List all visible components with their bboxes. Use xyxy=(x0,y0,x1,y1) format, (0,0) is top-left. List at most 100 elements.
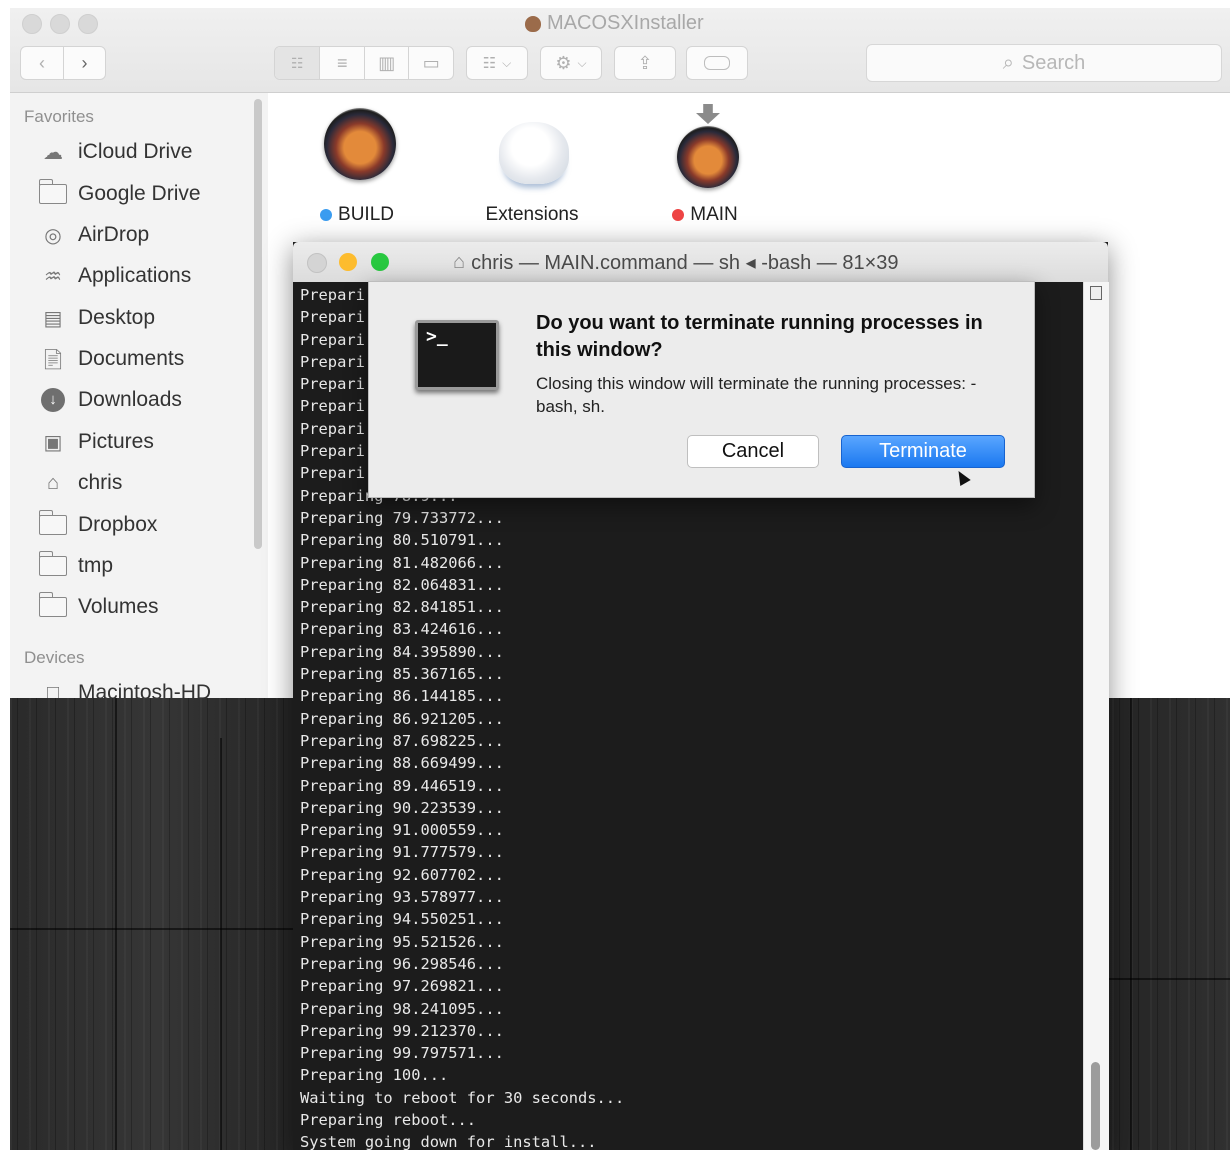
folder-icon xyxy=(38,551,68,579)
installer-arrow-icon xyxy=(696,104,720,124)
hard-drive-icon: □ xyxy=(46,681,60,699)
sidebar-item-icloud-drive[interactable]: ☁ iCloud Drive xyxy=(38,135,192,169)
forward-button[interactable]: › xyxy=(62,47,105,79)
home-icon: ⌂ xyxy=(46,471,60,494)
chevron-down-icon: ⌵ xyxy=(502,55,512,70)
documents-icon: 📄︎ xyxy=(40,348,66,371)
folder-icon xyxy=(38,179,68,207)
window-title: MACOSXInstaller xyxy=(525,12,704,35)
minimize-button[interactable] xyxy=(339,253,357,271)
close-button[interactable] xyxy=(22,14,42,34)
sidebar-item-label: Desktop xyxy=(78,306,156,329)
group-grid-icon: ☷ xyxy=(482,55,497,72)
group-by-button[interactable]: ☷ ⌵ xyxy=(466,46,528,80)
sidebar-item-dropbox[interactable]: Dropbox xyxy=(38,508,157,542)
sidebar-item-label: chris xyxy=(78,471,123,494)
disk-image-icon xyxy=(324,108,396,180)
columns-icon: ▥ xyxy=(378,52,396,73)
file-item-build[interactable]: BUILD xyxy=(282,104,432,234)
gear-icon: ⚙ xyxy=(555,52,572,73)
pictures-icon: ▣ xyxy=(43,431,63,454)
window-title-text: MACOSXInstaller xyxy=(547,12,704,34)
sidebar-item-label: Pictures xyxy=(78,430,154,453)
terminal-title-text: chris — MAIN.command — sh ◂ -bash — 81×3… xyxy=(471,252,899,274)
sidebar-item-macintosh-hd[interactable]: □ Macintosh-HD xyxy=(38,676,211,698)
file-label: BUILD xyxy=(282,204,432,226)
cloud-icon: ☁ xyxy=(43,141,63,164)
zoom-button[interactable] xyxy=(371,253,389,271)
sidebar-item-tmp[interactable]: tmp xyxy=(38,549,113,583)
file-label: Extensions xyxy=(485,204,579,225)
back-forward-control: ‹ › xyxy=(20,46,106,80)
sidebar-item-chris[interactable]: ⌂ chris xyxy=(38,466,122,500)
search-input[interactable]: ⌕ Search xyxy=(866,44,1222,82)
terminal-title: ⌂ chris — MAIN.command — sh ◂ -bash — 81… xyxy=(453,250,899,275)
terminal-titlebar: ⌂ chris — MAIN.command — sh ◂ -bash — 81… xyxy=(293,242,1108,283)
devices-heading: Devices xyxy=(24,648,85,667)
extensions-icon xyxy=(499,122,569,184)
sidebar-scrollbar[interactable] xyxy=(254,99,262,549)
tag-icon xyxy=(704,56,730,70)
sidebar-item-google-drive[interactable]: Google Drive xyxy=(38,177,201,211)
sidebar-item-documents[interactable]: 📄︎ Documents xyxy=(38,342,184,376)
sidebar-item-pictures[interactable]: ▣ Pictures xyxy=(38,425,154,459)
close-button[interactable] xyxy=(307,253,327,273)
airdrop-icon: ◎ xyxy=(44,224,62,247)
gallery-view-button[interactable]: ▭ xyxy=(408,47,453,79)
finder-toolbar: MACOSXInstaller ‹ › ☷ ≡ ▥ ▭ ☷ ⌵ ⚙ ⌵ ⇪ ⌕ … xyxy=(10,8,1230,93)
back-button[interactable]: ‹ xyxy=(21,47,63,79)
chevron-right-icon: › xyxy=(81,52,88,73)
list-icon: ≡ xyxy=(336,52,348,73)
minimize-button[interactable] xyxy=(50,14,70,34)
alert-message: Closing this window will terminate the r… xyxy=(536,374,977,416)
sidebar-item-volumes[interactable]: Volumes xyxy=(38,590,159,624)
sidebar-item-label: Volumes xyxy=(78,595,159,618)
installer-disk-icon xyxy=(677,126,739,188)
sidebar-item-label: tmp xyxy=(78,554,114,577)
search-placeholder: Search xyxy=(1021,51,1086,74)
sidebar-item-label: AirDrop xyxy=(78,223,150,246)
sidebar-item-downloads[interactable]: ↓ Downloads xyxy=(38,383,182,417)
chevron-left-icon: ‹ xyxy=(38,52,45,73)
terminal-app-icon: >_ xyxy=(415,320,499,390)
view-mode-control: ☷ ≡ ▥ ▭ xyxy=(274,46,454,80)
chevron-down-icon: ⌵ xyxy=(577,55,587,70)
cancel-button[interactable]: Cancel xyxy=(687,435,819,468)
gallery-icon: ▭ xyxy=(422,52,440,73)
sidebar-item-label: Documents xyxy=(78,347,185,370)
sidebar-item-desktop[interactable]: ▤ Desktop xyxy=(38,301,156,335)
sidebar-item-applications[interactable]: ♒ Applications xyxy=(38,259,191,293)
sidebar: Favorites ☁ iCloud Drive Google Drive ◎ … xyxy=(10,93,268,698)
red-tag-icon xyxy=(672,209,685,221)
zoom-button[interactable] xyxy=(78,14,98,34)
favorites-heading: Favorites xyxy=(24,107,94,126)
search-icon: ⌕ xyxy=(1002,51,1014,74)
scrollbar-thumb[interactable] xyxy=(1091,1062,1100,1150)
sidebar-item-label: Applications xyxy=(78,264,192,287)
sidebar-item-airdrop[interactable]: ◎ AirDrop xyxy=(38,218,149,252)
terminate-button[interactable]: Terminate xyxy=(841,435,1005,468)
list-view-button[interactable]: ≡ xyxy=(319,47,364,79)
installer-icon xyxy=(525,15,541,32)
applications-icon: ♒ xyxy=(44,265,62,288)
alert-title: Do you want to terminate running process… xyxy=(536,312,983,361)
split-view-icon[interactable] xyxy=(1090,286,1102,300)
sidebar-item-label: Downloads xyxy=(78,388,182,411)
desktop-icon: ▤ xyxy=(43,307,63,330)
file-label: MAIN xyxy=(630,204,780,226)
column-view-button[interactable]: ▥ xyxy=(363,47,409,79)
terminate-alert-dialog: >_ Do you want to terminate running proc… xyxy=(368,281,1035,498)
terminal-scrollbar[interactable] xyxy=(1083,282,1109,1150)
grid-icon: ☷ xyxy=(290,54,304,71)
sidebar-item-label: iCloud Drive xyxy=(78,140,193,163)
share-button[interactable]: ⇪ xyxy=(614,46,676,80)
sidebar-item-label: Macintosh-HD xyxy=(78,681,212,698)
sidebar-item-label: Dropbox xyxy=(78,513,158,536)
icon-view-button[interactable]: ☷ xyxy=(275,47,320,79)
blue-tag-icon xyxy=(320,209,333,221)
file-item-main[interactable]: MAIN xyxy=(630,104,780,234)
tags-button[interactable] xyxy=(686,46,748,80)
action-button[interactable]: ⚙ ⌵ xyxy=(540,46,602,80)
file-item-extensions[interactable]: Extensions xyxy=(457,104,607,234)
share-icon: ⇪ xyxy=(637,52,653,73)
